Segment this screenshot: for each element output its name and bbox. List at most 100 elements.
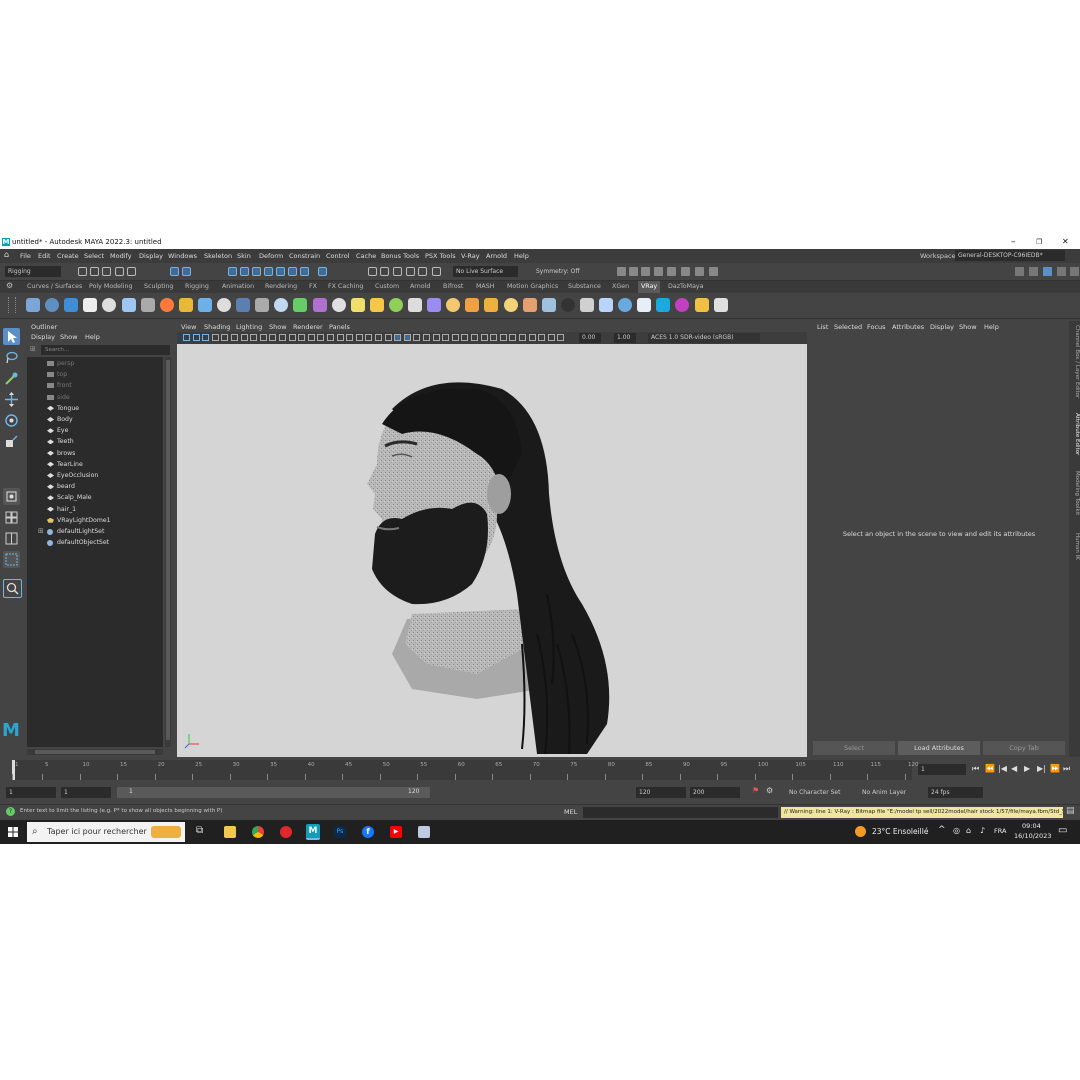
shelf-tool-icon[interactable] (427, 298, 442, 312)
render-tool-icon[interactable] (709, 267, 718, 276)
menu-control[interactable]: Control (326, 252, 350, 260)
taskbar-search-input[interactable]: ⌕ Taper ici pour rechercher (27, 822, 185, 842)
playback-control-icon[interactable]: ▶ (1024, 764, 1030, 773)
shelf-tool-icon[interactable] (637, 298, 652, 312)
shelf-tool-icon[interactable] (197, 298, 212, 312)
viewport-menu-panels[interactable]: Panels (329, 323, 350, 331)
maya-taskbar-icon[interactable]: M (306, 824, 320, 840)
shelf-tool-icon[interactable] (675, 298, 690, 312)
outliner-item[interactable]: front (27, 380, 163, 391)
shelf-tool-icon[interactable] (140, 298, 155, 312)
shelf-tab-xgen[interactable]: XGen (612, 283, 629, 290)
shelf-tool-icon[interactable] (656, 298, 671, 312)
command-input[interactable] (583, 807, 778, 818)
outliner-menu-display[interactable]: Display (31, 333, 55, 341)
attr-menu-focus[interactable]: Focus (867, 323, 886, 331)
status-tool-icon[interactable] (252, 267, 261, 276)
playback-end-field[interactable]: 120 (636, 787, 686, 798)
shelf-tool-icon[interactable] (713, 298, 728, 312)
shelf-tool-icon[interactable] (45, 298, 60, 312)
viewport-tool-icon[interactable] (259, 334, 267, 341)
status-tool-icon[interactable] (115, 267, 124, 276)
chrome-icon[interactable] (252, 826, 264, 838)
menu-skeleton[interactable]: Skeleton (204, 252, 232, 260)
viewport-tool-icon[interactable] (471, 334, 478, 341)
viewport-tool-icon[interactable] (317, 334, 325, 341)
script-editor-icon[interactable]: ▤ (1066, 806, 1075, 816)
shelf-tool-icon[interactable] (312, 298, 327, 312)
viewport-tool-icon[interactable] (288, 334, 296, 341)
attr-select-button[interactable]: Select (813, 741, 895, 755)
viewport-tool-icon[interactable] (499, 334, 507, 341)
shelf-tool-icon[interactable] (64, 298, 79, 312)
range-slider-bar[interactable]: 1 120 (117, 787, 430, 798)
render-tool-icon[interactable] (629, 267, 638, 276)
move-tool-icon[interactable] (3, 391, 20, 408)
shelf-tab-mash[interactable]: MASH (476, 283, 494, 290)
shelf-tool-icon[interactable] (560, 298, 575, 312)
shelf-tool-icon[interactable] (159, 298, 174, 312)
playback-control-icon[interactable]: ⏭ (1063, 764, 1070, 774)
outliner-menu-show[interactable]: Show (60, 333, 78, 341)
status-tool-icon[interactable] (228, 267, 237, 276)
layout-two-view-icon[interactable] (3, 530, 20, 547)
shelf-tab-substance[interactable]: Substance (568, 283, 601, 290)
outliner-item[interactable]: side (27, 392, 163, 403)
menu-edit[interactable]: Edit (38, 252, 51, 260)
viewport-tool-icon[interactable] (547, 334, 555, 341)
viewport-tool-icon[interactable] (355, 334, 363, 341)
network-icon[interactable]: ◎ (953, 826, 960, 835)
network-wifi-icon[interactable]: ⌂ (966, 826, 971, 835)
shelf-tab-fx-caching[interactable]: FX Caching (328, 283, 363, 290)
viewport-tool-icon[interactable] (221, 334, 229, 341)
language-indicator[interactable]: FRA (994, 827, 1006, 835)
attr-menu-show[interactable]: Show (959, 323, 977, 331)
warning-message[interactable]: // Warning: line 1: V-Ray : Bitmap file … (781, 807, 1063, 818)
fps-dropdown[interactable]: 24 fps (928, 787, 983, 798)
shelf-tool-icon[interactable] (26, 298, 40, 312)
viewport-tool-icon[interactable] (509, 334, 517, 341)
menu-arnold[interactable]: Arnold (486, 252, 507, 260)
shelf-tab-motion-graphics[interactable]: Motion Graphics (507, 283, 558, 290)
rotate-tool-icon[interactable] (3, 412, 20, 429)
side-tab-channel-box[interactable]: Channel Box / Layer Editor (1069, 325, 1080, 398)
shelf-tool-icon[interactable] (618, 298, 633, 312)
outliner-item[interactable]: Teeth (27, 436, 163, 447)
playback-control-icon[interactable]: |◀ (998, 764, 1007, 773)
outliner-item[interactable]: EyeOcclusion (27, 470, 163, 481)
shelf-tool-icon[interactable] (522, 298, 537, 312)
side-tab-modeling-toolkit[interactable]: Modeling Toolkit (1069, 471, 1080, 515)
viewport-tool-icon[interactable] (519, 334, 526, 341)
playback-start-field[interactable]: 1 (61, 787, 111, 798)
menu-psx-tools[interactable]: PSX Tools (425, 252, 456, 260)
key-settings-icon[interactable]: ⚙ (766, 786, 773, 795)
lasso-tool-icon[interactable] (3, 349, 20, 366)
status-tool-icon[interactable] (102, 267, 111, 276)
outliner-item[interactable]: VRayLightDome1 (27, 515, 163, 526)
playback-control-icon[interactable]: ◀ (1011, 764, 1017, 773)
outliner-scrollbar[interactable] (165, 357, 171, 747)
shelf-tool-icon[interactable] (178, 298, 193, 312)
file-explorer-icon[interactable] (224, 826, 236, 838)
menu-bonus-tools[interactable]: Bonus Tools (381, 252, 419, 260)
shelf-tool-icon[interactable] (102, 298, 117, 312)
status-tool-icon[interactable] (90, 267, 99, 276)
viewport-tool-icon[interactable] (279, 334, 286, 341)
menu-windows[interactable]: Windows (168, 252, 197, 260)
shelf-tab-rendering[interactable]: Rendering (265, 283, 297, 290)
search-tool-icon[interactable] (3, 579, 22, 598)
select-tool-icon[interactable] (3, 328, 20, 345)
outliner-h-scrollbar[interactable] (27, 749, 163, 755)
shelf-tab-poly[interactable]: Poly Modeling (89, 283, 133, 290)
attr-menu-selected[interactable]: Selected (834, 323, 862, 331)
viewport-tool-icon[interactable] (413, 334, 421, 341)
side-tab-human-ik[interactable]: Human IK (1069, 533, 1080, 560)
auto-key-icon[interactable]: ⚑ (752, 786, 759, 795)
maximize-button[interactable]: ❐ (1036, 238, 1042, 246)
viewport-tool-icon[interactable] (538, 334, 546, 341)
expand-icon[interactable]: ⊞ (38, 526, 44, 537)
layout-toggle-icon[interactable] (1029, 267, 1038, 276)
status-tool-icon[interactable] (300, 267, 309, 276)
viewport-tool-icon[interactable] (183, 334, 190, 341)
outliner-item[interactable]: beard (27, 481, 163, 492)
